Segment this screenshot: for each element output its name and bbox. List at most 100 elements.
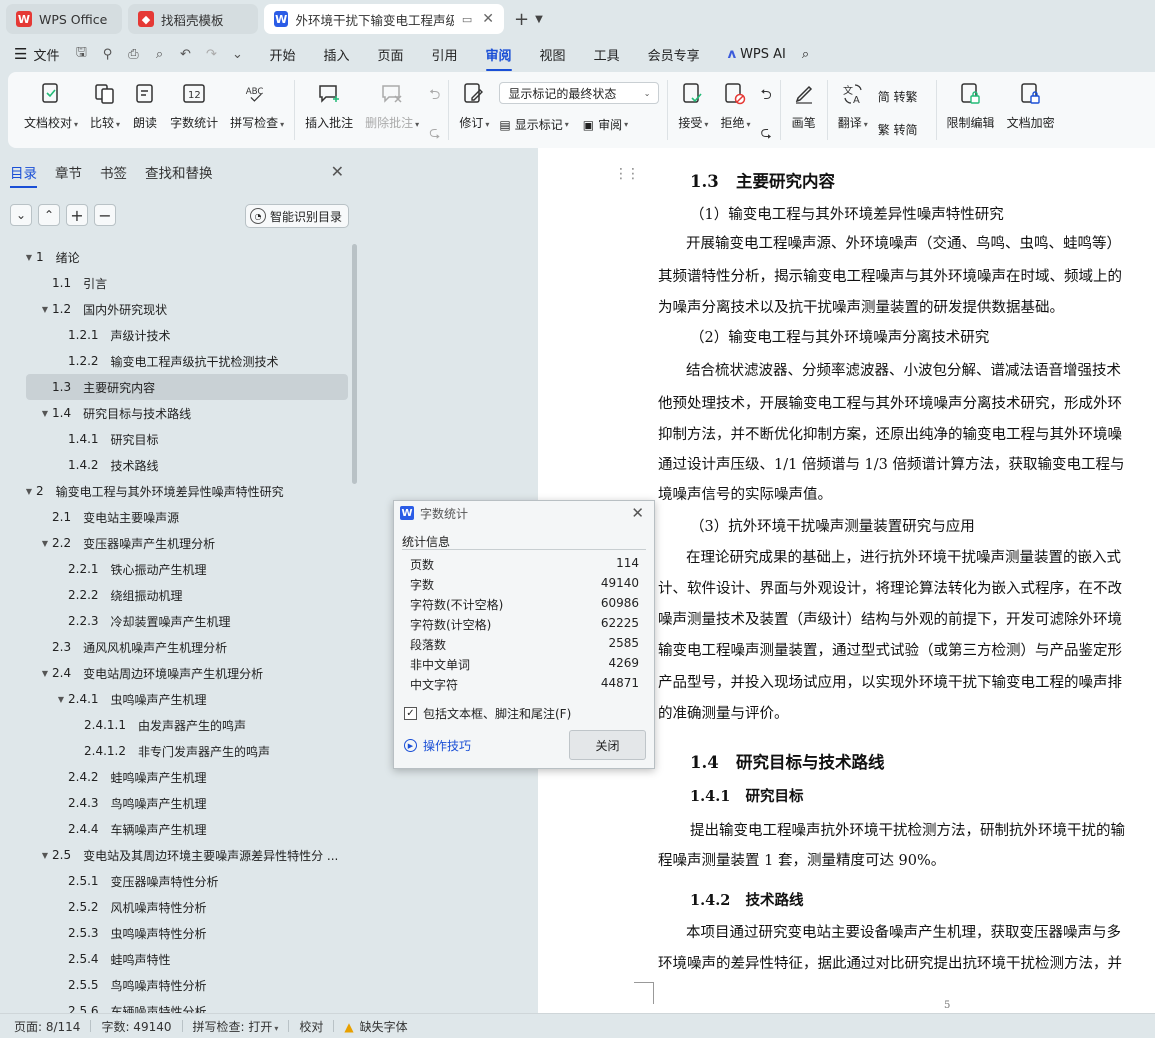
close-button[interactable]: 关闭 — [569, 730, 646, 760]
menu-member[interactable]: 会员专享 — [648, 45, 700, 64]
print-preview-icon[interactable]: ⌕ — [151, 46, 167, 62]
menu-start[interactable]: 开始 — [269, 45, 295, 64]
restrict-edit-button[interactable]: 限制编辑 — [947, 80, 995, 131]
redo-icon[interactable]: ↷ — [203, 46, 219, 62]
review-pane-button[interactable]: ▣ 审阅 ▾ — [583, 116, 628, 133]
toc-item[interactable]: ▼ 2 输变电工程与其外环境差异性噪声特性研究 — [0, 478, 350, 504]
toc-item[interactable]: 2.4.2 蛙鸣噪声产生机理 — [0, 764, 350, 790]
add-heading-button[interactable]: + — [66, 204, 88, 226]
toc-item[interactable]: 2.2.3 冷却装置噪声产生机理 — [0, 608, 350, 634]
close-icon[interactable]: ✕ — [482, 11, 494, 27]
toc-item[interactable]: ▼ 1.4 研究目标与技术路线 — [0, 400, 350, 426]
toc-scrollbar[interactable] — [352, 244, 357, 484]
tab-wps-office[interactable]: W WPS Office — [6, 4, 122, 34]
toc-item[interactable]: ▼ 2.4 变电站周边环境噪声产生机理分析 — [0, 660, 350, 686]
drag-handle-icon[interactable]: ⋮⋮ — [614, 166, 640, 182]
share-icon[interactable]: ⚲ — [99, 46, 115, 62]
expand-arrow-icon[interactable]: ▼ — [38, 409, 52, 418]
close-icon[interactable]: ✕ — [331, 162, 344, 181]
accept-button[interactable]: 接受 ▾ — [678, 80, 708, 131]
remove-heading-button[interactable]: − — [94, 204, 116, 226]
expand-arrow-icon[interactable]: ▼ — [38, 305, 52, 314]
status-spell-check[interactable]: 拼写检查: 打开 ▾ — [193, 1018, 279, 1035]
expand-arrow-icon[interactable]: ▼ — [22, 253, 36, 262]
menu-view[interactable]: 视图 — [540, 45, 566, 64]
toc-item[interactable]: ▼ 1 绪论 — [0, 244, 350, 270]
expand-arrow-icon[interactable]: ▼ — [38, 539, 52, 548]
expand-arrow-icon[interactable]: ▼ — [22, 487, 36, 496]
compare-button[interactable]: 比较 ▾ — [90, 80, 120, 131]
expand-arrow-icon[interactable]: ▼ — [54, 695, 68, 704]
tab-bookmarks[interactable]: 书签 — [100, 162, 127, 182]
toc-item[interactable]: 2.5.2 风机噪声特性分析 — [0, 894, 350, 920]
translate-button[interactable]: 文A 翻译 ▾ — [838, 80, 868, 131]
more-icon[interactable]: ⌄ — [229, 46, 245, 62]
menu-references[interactable]: 引用 — [432, 45, 458, 64]
hamburger-icon[interactable]: ☰ — [14, 45, 27, 63]
toc-item[interactable]: ▼ 2.2 变压器噪声产生机理分析 — [0, 530, 350, 556]
revise-button[interactable]: 修订 ▾ — [459, 80, 489, 131]
chevron-down-icon[interactable]: ▼ — [535, 14, 543, 25]
save-icon[interactable]: 🖫 — [73, 45, 89, 62]
next-comment-icon[interactable]: ⮎ — [429, 122, 440, 146]
tab-find-replace[interactable]: 查找和替换 — [145, 162, 213, 182]
toc-item[interactable]: 1.1 引言 — [0, 270, 350, 296]
toc-item[interactable]: 1.4.1 研究目标 — [0, 426, 350, 452]
status-missing-font[interactable]: ▲ 缺失字体 — [344, 1018, 407, 1035]
toc-item[interactable]: ▼ 1.2 国内外研究现状 — [0, 296, 350, 322]
toc-item[interactable]: 2.4.3 鸟鸣噪声产生机理 — [0, 790, 350, 816]
tab-docer[interactable]: ◆ 找稻壳模板 — [128, 4, 258, 34]
pen-button[interactable]: 画笔 — [791, 80, 817, 131]
toc-item[interactable]: 2.5.6 车辆噪声特性分析 — [0, 998, 350, 1013]
menu-file[interactable]: 文件 — [33, 45, 59, 64]
word-count-button[interactable]: 12 字数统计 — [170, 80, 218, 131]
toc-item[interactable]: 2.2.2 绕组振动机理 — [0, 582, 350, 608]
smart-toc-button[interactable]: ◔ 智能识别目录 — [245, 204, 349, 228]
toc-item[interactable]: 2.1 变电站主要噪声源 — [0, 504, 350, 530]
toc-item[interactable]: 2.5.4 蛙鸣声特性 — [0, 946, 350, 972]
toc-item[interactable]: 2.4.1.2 非专门发声器产生的鸣声 — [0, 738, 350, 764]
toc-item[interactable]: 2.5.5 鸟鸣噪声特性分析 — [0, 972, 350, 998]
new-tab-button[interactable]: + — [514, 9, 529, 30]
status-page[interactable]: 页面: 8/114 — [14, 1018, 80, 1035]
menu-insert[interactable]: 插入 — [323, 45, 349, 64]
prev-revision-icon[interactable]: ⮌ — [760, 84, 771, 108]
print-icon[interactable]: ⎙ — [125, 46, 141, 62]
toc-item[interactable]: 2.5.3 虫鸣噪声特性分析 — [0, 920, 350, 946]
toc-item[interactable]: 2.2.1 铁心振动产生机理 — [0, 556, 350, 582]
toc-item[interactable]: 1.3 主要研究内容 — [26, 374, 348, 400]
toc-item[interactable]: ▼ 2.5 变电站及其周边环境主要噪声源差异性特性分 ... — [0, 842, 350, 868]
expand-arrow-icon[interactable]: ▼ — [38, 851, 52, 860]
prev-comment-icon[interactable]: ⮌ — [429, 84, 440, 108]
status-words[interactable]: 字数: 49140 — [101, 1018, 171, 1035]
collapse-button[interactable]: ⌄ — [10, 204, 32, 226]
monitor-icon[interactable]: ▭ — [462, 13, 472, 26]
search-icon[interactable]: ⌕ — [802, 47, 809, 62]
tab-toc[interactable]: 目录 — [10, 162, 37, 188]
close-icon[interactable]: ✕ — [631, 504, 644, 522]
reject-button[interactable]: 拒绝 ▾ — [720, 80, 750, 131]
toc-item[interactable]: ▼ 2.4.1 虫鸣噪声产生机理 — [0, 686, 350, 712]
wps-ai-button[interactable]: ʌ WPS AI — [728, 47, 786, 62]
toc-item[interactable]: 2.3 通风风机噪声产生机理分析 — [0, 634, 350, 660]
menu-review[interactable]: 审阅 — [485, 45, 512, 71]
next-revision-icon[interactable]: ⮎ — [760, 122, 771, 146]
undo-icon[interactable]: ↶ — [177, 46, 193, 62]
toc-item[interactable]: 1.2.2 输变电工程声级抗干扰检测技术 — [0, 348, 350, 374]
toc-item[interactable]: 1.2.1 声级计技术 — [0, 322, 350, 348]
tips-link[interactable]: ▶ 操作技巧 — [404, 737, 471, 754]
status-proofread[interactable]: 校对 — [299, 1018, 323, 1035]
to-simplified-button[interactable]: 繁 转简 — [878, 121, 918, 138]
insert-comment-button[interactable]: 插入批注 — [305, 80, 353, 131]
read-aloud-button[interactable]: 朗读 — [132, 80, 158, 131]
toc-item[interactable]: 2.4.4 车辆噪声产生机理 — [0, 816, 350, 842]
menu-page[interactable]: 页面 — [378, 45, 404, 64]
toc-item[interactable]: 1.4.2 技术路线 — [0, 452, 350, 478]
menu-tools[interactable]: 工具 — [594, 45, 620, 64]
expand-button[interactable]: ⌃ — [38, 204, 60, 226]
tab-sections[interactable]: 章节 — [55, 162, 82, 182]
encrypt-button[interactable]: 文档加密 — [1007, 80, 1055, 131]
toc-item[interactable]: 2.4.1.1 由发声器产生的鸣声 — [0, 712, 350, 738]
expand-arrow-icon[interactable]: ▼ — [38, 669, 52, 678]
markup-select[interactable]: 显示标记的最终状态 ⌄ — [499, 82, 660, 104]
